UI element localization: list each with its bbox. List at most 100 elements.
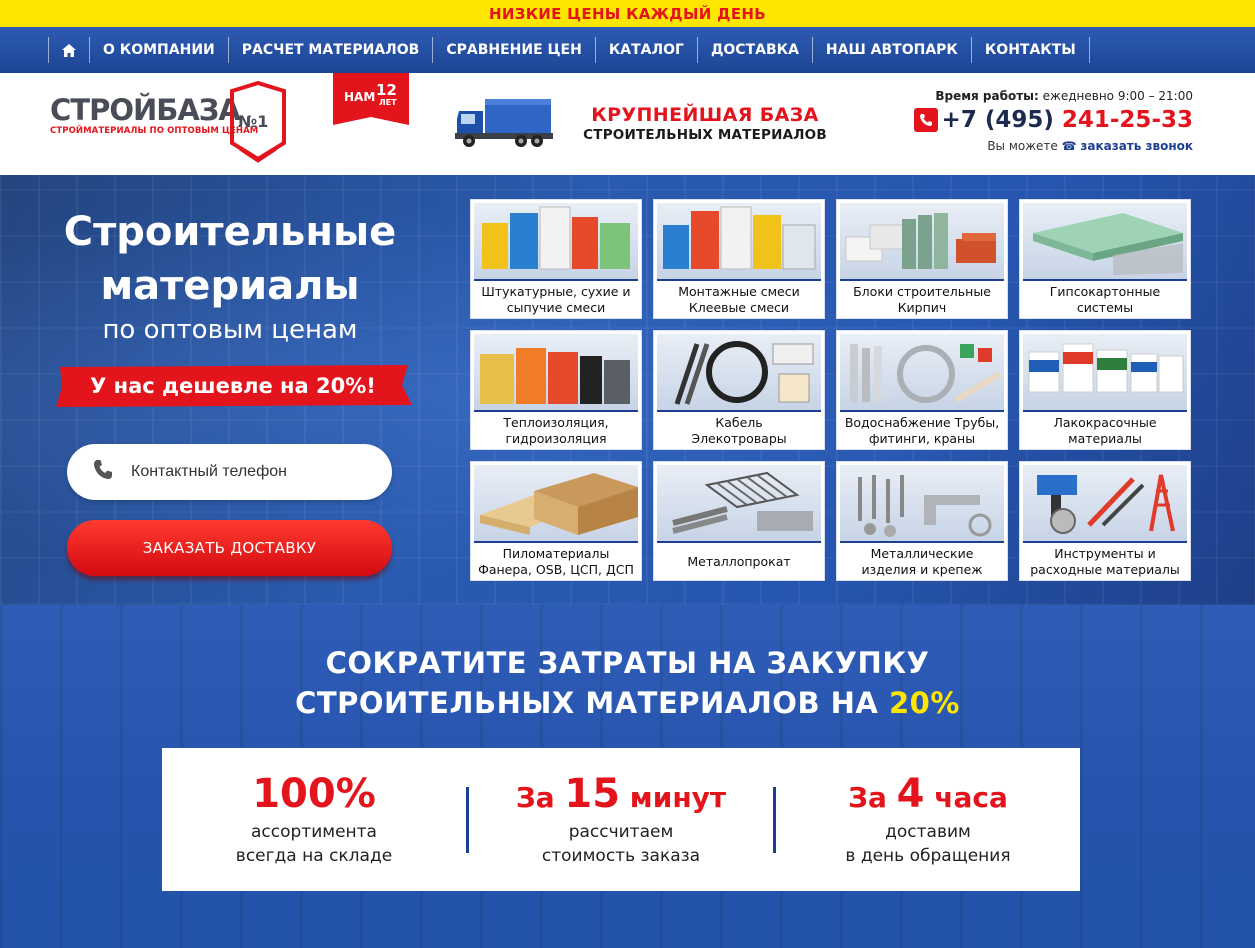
catalog-image	[474, 465, 638, 543]
promo-text: НИЗКИЕ ЦЕНЫ КАЖДЫЙ ДЕНЬ	[489, 4, 766, 23]
savings-title: СОКРАТИТЕ ЗАТРАТЫ НА ЗАКУПКУ СТРОИТЕЛЬНЫ…	[0, 643, 1255, 723]
catalog-label: Кабель Элекотровары	[691, 414, 787, 446]
site-header: СТРОЙБАЗА СТРОЙМАТЕРИАЛЫ ПО ОПТОВЫМ ЦЕНА…	[0, 73, 1255, 175]
catalog-label: Пиломатериалы Фанера, OSB, ЦСП, ДСП	[478, 545, 634, 577]
catalog-image	[840, 334, 1004, 412]
savings-title-accent: 20%	[889, 686, 960, 720]
nav-item-catalog[interactable]: КАТАЛОГ	[596, 37, 698, 63]
stat-value: 100%	[252, 770, 376, 817]
hours-label: Время работы:	[935, 89, 1039, 103]
nav-home[interactable]	[48, 37, 90, 63]
phone-input[interactable]	[131, 463, 361, 481]
catalog-image	[657, 334, 821, 412]
catalog-grid: Штукатурные, сухие и сыпучие смеси Монтаж…	[470, 199, 1192, 581]
catalog-card-insulation[interactable]: Теплоизоляция, гидроизоляция	[470, 330, 642, 450]
handset-icon	[93, 459, 113, 485]
nav-item-contacts[interactable]: КОНТАКТЫ	[972, 37, 1090, 63]
tagline-sub: СТРОИТЕЛЬНЫХ МАТЕРИАЛОВ	[583, 127, 827, 143]
phone-link[interactable]: +7 (495) 241-25-33	[913, 107, 1193, 133]
catalog-card-plumbing[interactable]: Водоснабжение Трубы, фитинги, краны	[836, 330, 1008, 450]
tagline-main: КРУПНЕЙШАЯ БАЗА	[591, 104, 819, 126]
phone-icon	[913, 108, 938, 132]
stat-calculation: За 15 минут рассчитаем стоимость заказа	[469, 772, 773, 868]
callback-link[interactable]: заказать звонок	[1080, 139, 1193, 153]
stat-line2: стоимость заказа	[541, 845, 701, 866]
stat-prefix: За	[515, 780, 565, 814]
stat-line1: ассортимента	[251, 821, 377, 842]
catalog-card-plaster-mixes[interactable]: Штукатурные, сухие и сыпучие смеси	[470, 199, 642, 319]
catalog-card-metal[interactable]: Металлопрокат	[653, 461, 825, 581]
promo-bar: НИЗКИЕ ЦЕНЫ КАЖДЫЙ ДЕНЬ	[0, 0, 1255, 27]
header-contacts: Время работы: ежедневно 9:00 – 21:00 +7 …	[913, 89, 1193, 153]
years-suffix: ЛЕТ	[379, 98, 397, 107]
years-prefix: НАМ	[344, 90, 376, 104]
logo-badge-icon: №1	[228, 80, 288, 169]
callback-prefix: Вы можете	[987, 139, 1058, 153]
stat-prefix: За	[848, 780, 897, 814]
home-icon	[62, 43, 76, 57]
catalog-image	[657, 203, 821, 281]
stat-assortment: 100% ассортимента всегда на складе	[162, 772, 466, 868]
stats-panel: 100% ассортимента всегда на складе За 15…	[162, 748, 1080, 891]
nav-item-fleet[interactable]: НАШ АВТОПАРК	[813, 37, 972, 63]
catalog-card-lumber[interactable]: Пиломатериалы Фанера, OSB, ЦСП, ДСП	[470, 461, 642, 581]
order-delivery-button[interactable]: ЗАКАЗАТЬ ДОСТАВКУ	[67, 520, 392, 576]
savings-title-line2: СТРОИТЕЛЬНЫХ МАТЕРИАЛОВ НА	[295, 686, 879, 720]
main-nav: О КОМПАНИИ РАСЧЕТ МАТЕРИАЛОВ СРАВНЕНИЕ Ц…	[0, 27, 1255, 73]
catalog-label: Лакокрасочные материалы	[1053, 414, 1157, 446]
stat-value: 15	[564, 770, 621, 817]
catalog-label: Инструменты и расходные материалы	[1030, 545, 1180, 577]
catalog-card-paints[interactable]: Лакокрасочные материалы	[1019, 330, 1191, 450]
stat-suffix: минут	[620, 780, 727, 814]
savings-section: СОКРАТИТЕ ЗАТРАТЫ НА ЗАКУПКУ СТРОИТЕЛЬНЫ…	[0, 605, 1255, 948]
callback-row: Вы можете ☎ заказать звонок	[914, 139, 1193, 153]
catalog-label: Блоки строительные Кирпич	[853, 283, 991, 315]
catalog-image	[1023, 334, 1187, 412]
catalog-label: Штукатурные, сухие и сыпучие смеси	[481, 283, 631, 315]
work-hours: Время работы: ежедневно 9:00 – 21:00	[914, 89, 1193, 103]
catalog-image	[840, 465, 1004, 543]
header-tagline: КРУПНЕЙШАЯ БАЗА СТРОИТЕЛЬНЫХ МАТЕРИАЛОВ	[560, 103, 850, 143]
stat-line2: всегда на складе	[235, 845, 393, 866]
phone-field[interactable]	[67, 444, 392, 500]
stat-line2: в день обращения	[845, 845, 1011, 866]
nav-item-about[interactable]: О КОМПАНИИ	[90, 37, 229, 63]
catalog-image	[1023, 203, 1187, 281]
phone-number: 241-25-33	[1061, 107, 1193, 133]
stat-line1: доставим	[885, 821, 971, 842]
catalog-label: Металлические изделия и крепеж	[861, 545, 983, 577]
catalog-image	[840, 203, 1004, 281]
catalog-label: Монтажные смеси Клеевые смеси	[678, 283, 800, 315]
nav-item-calculation[interactable]: РАСЧЕТ МАТЕРИАЛОВ	[229, 37, 434, 63]
stat-value: 4	[896, 770, 925, 817]
catalog-card-blocks-brick[interactable]: Блоки строительные Кирпич	[836, 199, 1008, 319]
catalog-label: Водоснабжение Трубы, фитинги, краны	[844, 414, 1000, 446]
catalog-image	[474, 203, 638, 281]
catalog-card-cable[interactable]: Кабель Элекотровары	[653, 330, 825, 450]
catalog-card-tools[interactable]: Инструменты и расходные материалы	[1019, 461, 1191, 581]
nav-item-price-compare[interactable]: СРАВНЕНИЕ ЦЕН	[433, 37, 596, 63]
years-number: 12	[376, 81, 397, 99]
hours-value: ежедневно 9:00 – 21:00	[1042, 89, 1193, 103]
hero-section: Строительные материалы по оптовым ценам …	[0, 175, 1255, 605]
stat-suffix: часа	[924, 780, 1008, 814]
catalog-label: Гипсокартонные системы	[1049, 283, 1161, 315]
discount-ribbon-text: У нас дешевле на 20%!	[90, 374, 376, 398]
svg-text:№1: №1	[238, 112, 268, 131]
nav-item-delivery[interactable]: ДОСТАВКА	[698, 37, 813, 63]
stat-delivery: За 4 часа доставим в день обращения	[776, 772, 1080, 868]
catalog-image	[1023, 465, 1187, 543]
hero-title: Строительные материалы по оптовым ценам	[30, 205, 430, 347]
hero-subtitle: по оптовым ценам	[102, 315, 358, 345]
catalog-card-fasteners[interactable]: Металлические изделия и крепеж	[836, 461, 1008, 581]
hero-title-line2: материалы	[100, 263, 360, 309]
hero-title-line1: Строительные	[63, 209, 397, 255]
catalog-card-drywall[interactable]: Гипсокартонные системы	[1019, 199, 1191, 319]
catalog-card-mounting-mixes[interactable]: Монтажные смеси Клеевые смеси	[653, 199, 825, 319]
catalog-label: Теплоизоляция, гидроизоляция	[503, 414, 609, 446]
phone-code: +7 (495)	[941, 107, 1054, 133]
catalog-image	[657, 465, 821, 543]
savings-title-line1: СОКРАТИТЕ ЗАТРАТЫ НА ЗАКУПКУ	[325, 646, 930, 680]
catalog-image	[474, 334, 638, 412]
catalog-label: Металлопрокат	[687, 553, 791, 569]
